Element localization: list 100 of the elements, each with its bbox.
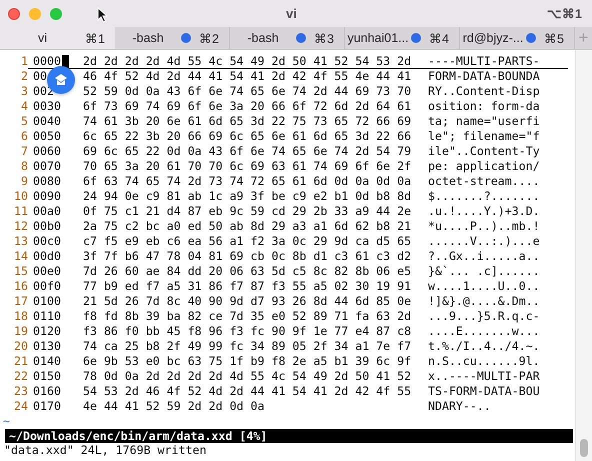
offset-text: 00e0 <box>33 264 61 279</box>
line-number: 8 <box>20 159 28 174</box>
line-number: 22 <box>13 369 28 384</box>
offset-text: 0070 <box>33 159 61 174</box>
ascii-text: !]&}.@....&.Dm.. <box>428 294 540 309</box>
hex-bytes: 74 61 3b 20 6e 61 6d 65 3d 22 75 73 65 72 66 69 <box>83 114 412 129</box>
offset-text: 00 <box>33 69 48 84</box>
offset-text: 0160 <box>33 384 61 399</box>
hex-bytes: 21 5d 26 7d 8c 40 90 9d d7 93 26 8d 44 6d 85 0e <box>83 294 412 309</box>
empty-line-marker: ~ <box>2 414 11 429</box>
offset-text: 0000 <box>33 54 61 68</box>
line-number: 19 <box>13 324 28 339</box>
ascii-text: x..----MULTI-PAR <box>428 369 540 384</box>
hex-bytes: f8 fd 8b 39 ba 82 ce 7d 35 e0 52 89 71 fa 63 2d <box>83 309 412 324</box>
hat-icon <box>53 72 69 88</box>
pointer-icon <box>97 7 108 23</box>
hex-bytes: 78 0d 0a 2d 2d 2d 2d 4d 55 4c 54 49 2d 50 41 52 <box>83 369 412 384</box>
hex-bytes: 7d 26 60 ae 84 dd 20 06 63 5d c5 8c 82 8b 06 e5 <box>83 264 412 279</box>
ascii-text: }&`... .c]...... <box>428 264 540 279</box>
line-number: 1 <box>20 54 28 69</box>
ascii-text: n.S..cu......9l. <box>428 354 540 369</box>
hex-bytes: c7 f5 e9 eb c6 ea 56 a1 f2 3a 0c 29 9d ca d5 65 <box>83 234 412 249</box>
hex-bytes: 6c 65 22 3b 20 66 69 6c 65 6e 61 6d 65 3d 22 66 <box>83 129 412 144</box>
hex-bytes: 2a 75 c2 bc a0 ed 50 ab 8d 29 a3 a1 6d 62 b8 21 <box>83 219 412 234</box>
line-number: 12 <box>13 219 28 234</box>
offset-text: 0170 <box>33 399 61 414</box>
offset-text: 00b0 <box>33 219 61 234</box>
tab[interactable]: vi ⌘1 <box>0 27 115 49</box>
hex-bytes: 70 65 3a 20 61 70 70 6c 69 63 61 74 69 6f 6e 2f <box>83 159 412 174</box>
ascii-text: octet-stream.... <box>428 174 540 189</box>
hex-bytes: 6f 63 74 65 74 2d 73 74 72 65 61 6d 0d 0a 0d 0a <box>83 174 412 189</box>
line-number: 23 <box>13 384 28 399</box>
offset-text: 0050 <box>33 129 61 144</box>
hex-bytes: 46 4f 52 4d 2d 44 41 54 41 2d 42 4f 55 4e 44 41 <box>83 69 412 84</box>
line-number: 24 <box>13 399 28 414</box>
line-number: 13 <box>13 234 28 249</box>
line-number: 6 <box>20 129 28 144</box>
scrollbar-thumb[interactable] <box>580 439 588 457</box>
ascii-text: ......V..:.)...e <box>428 234 540 249</box>
line-number: 11 <box>13 204 28 219</box>
tab[interactable]: yunhai01... ⌘4 <box>345 27 460 49</box>
line-number: 21 <box>13 354 28 369</box>
minimize-button[interactable] <box>29 8 41 20</box>
line-number: 5 <box>20 114 28 129</box>
hex-bytes: 3f 7f b6 47 78 04 81 69 cb 0c 8b d1 c3 61 c3 d2 <box>83 249 412 264</box>
offset-text: 0150 <box>33 369 61 384</box>
hex-bytes: 6f 73 69 74 69 6f 6e 3a 20 66 6f 72 6d 2d 64 61 <box>83 99 412 114</box>
ascii-text: ile"..Content-Ty <box>428 144 540 159</box>
ascii-text: ----MULTI-PARTS- <box>428 54 540 68</box>
line-number: 18 <box>13 309 28 324</box>
offset-text: 00d0 <box>33 249 61 264</box>
ascii-text: pe: application/ <box>428 159 540 174</box>
offset-text: 0040 <box>33 114 61 129</box>
line-number: 9 <box>20 174 28 189</box>
ascii-text: $.......?....... <box>428 189 540 204</box>
ascii-text: w....1....U..0.. <box>428 279 540 294</box>
ascii-text: t.%./I..4../4.~. <box>428 339 540 354</box>
offset-text: 0140 <box>33 354 61 369</box>
ascii-text: .u.!....Y.)+3.D. <box>428 204 540 219</box>
line-number: 4 <box>20 99 28 114</box>
zoom-button[interactable] <box>50 8 62 20</box>
ascii-text: NDARY--.. <box>428 399 491 414</box>
hex-bytes: 54 53 2d 46 4f 52 4d 2d 44 41 54 41 2d 42 4f 55 <box>83 384 412 399</box>
offset-text: 0120 <box>33 324 61 339</box>
line-number: 17 <box>13 294 28 309</box>
hex-bytes: 74 ca 25 b8 2f 49 99 fc 34 89 05 2f 34 a1 7e f7 <box>83 339 412 354</box>
line-number: 20 <box>13 339 28 354</box>
offset-text: 0110 <box>33 309 61 324</box>
window-title: vi <box>286 6 297 21</box>
ascii-text: TS-FORM-DATA-BOU <box>428 384 540 399</box>
ascii-text: osition: form-da <box>428 99 540 114</box>
hex-bytes: 69 6c 65 22 0d 0a 43 6f 6e 74 65 6e 74 2d 54 79 <box>83 144 412 159</box>
hex-bytes: 77 b9 ed f7 a5 31 86 f7 87 f3 55 a5 02 30 19 91 <box>83 279 412 294</box>
message-line: "data.xxd" 24L, 1769B written <box>3 443 208 458</box>
line-number: 14 <box>13 249 28 264</box>
offset-text: 00f0 <box>33 279 61 294</box>
hex-bytes: 6e 9b 53 e0 bc 63 75 1f b9 f8 2e a5 b1 39 6c 9f <box>83 354 412 369</box>
ascii-text: RY..Content-Disp <box>428 84 540 99</box>
hex-bytes: 24 94 0e c9 81 ab 1c a9 3f be c9 e2 b1 0d b8 8d <box>83 189 412 204</box>
hex-bytes: 4e 44 41 52 59 2d 2d 0d 0a <box>83 399 266 414</box>
offset-text: 00a0 <box>33 204 61 219</box>
hex-bytes: 52 59 0d 0a 43 6f 6e 74 65 6e 74 2d 44 69 73 70 <box>83 84 412 99</box>
line-number: 15 <box>13 264 28 279</box>
offset-text: 0100 <box>33 294 61 309</box>
line-number: 2 <box>20 69 28 84</box>
offset-text: 0060 <box>33 144 61 159</box>
offset-text: 0130 <box>33 339 61 354</box>
ascii-text: ?..Gx..i.....a.. <box>428 249 540 264</box>
offset-text: 0090 <box>33 189 61 204</box>
line-number: 10 <box>13 189 28 204</box>
ascii-text: FORM-DATA-BOUNDA <box>428 69 540 84</box>
ascii-text: le"; filename="f <box>428 129 540 144</box>
close-button[interactable] <box>8 8 20 20</box>
line-number: 3 <box>20 84 28 99</box>
hex-bytes: f3 86 f0 bb 45 f8 96 f3 fc 90 9f 1e 77 e4 87 c8 <box>83 324 412 339</box>
text-cursor <box>62 55 69 68</box>
window-shortcut: ⌥⌘1 <box>547 6 582 21</box>
offset-text: 0030 <box>33 99 61 114</box>
ascii-text: ...9...}5.R.q.c- <box>428 309 540 324</box>
offset-text: 00c0 <box>33 234 61 249</box>
